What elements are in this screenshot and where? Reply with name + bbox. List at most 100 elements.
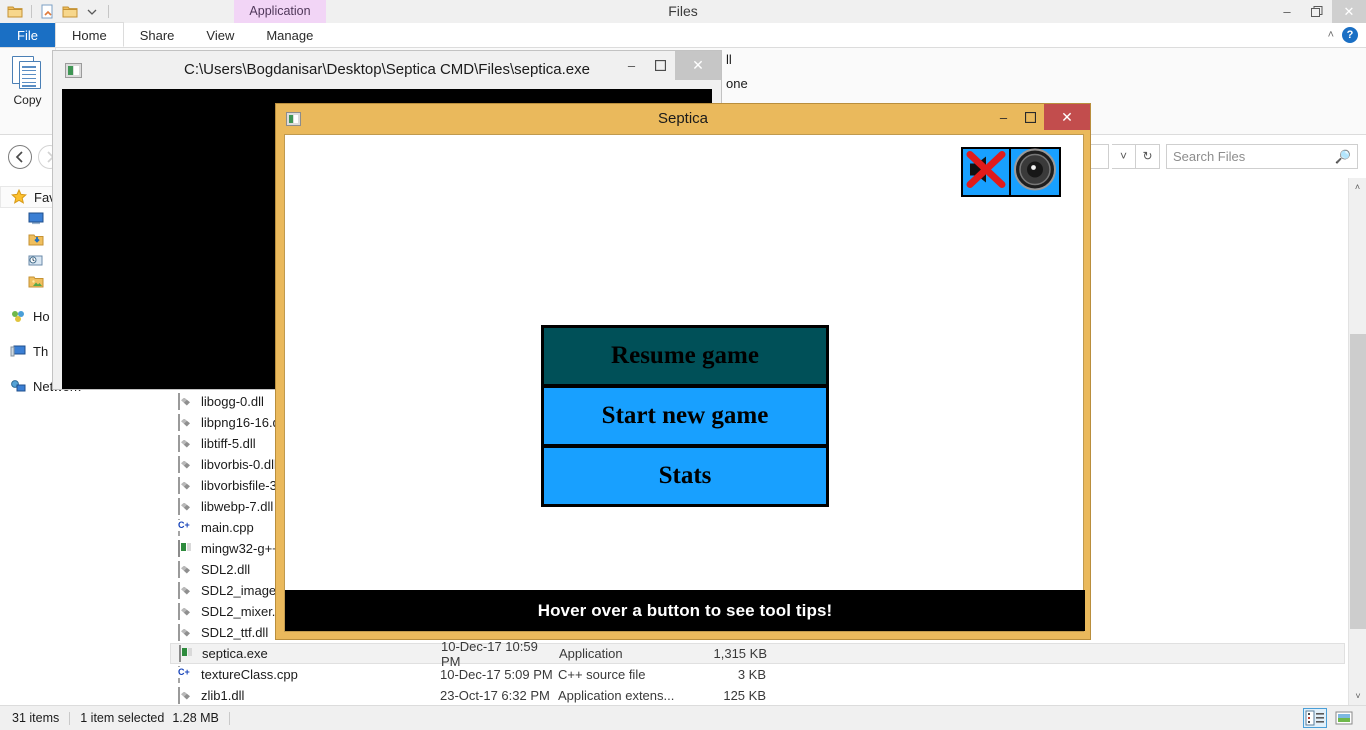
mute-music-button[interactable]	[961, 147, 1011, 197]
exe-icon	[178, 539, 194, 557]
speaker-icon	[1014, 148, 1056, 196]
file-name: libpng16-16.dll	[201, 415, 286, 430]
septica-title-bar[interactable]: Septica – ✕	[276, 104, 1090, 134]
console-maximize-button[interactable]	[646, 51, 675, 80]
file-date: 10-Dec-17 10:59 PM	[441, 638, 538, 669]
selection-info: 1 item selected	[80, 711, 165, 725]
sidebar-label-homegroup: Ho	[33, 309, 50, 324]
tab-view[interactable]: View	[190, 23, 250, 47]
ribbon-right-controls: ˄ ?	[1328, 23, 1366, 47]
table-row-selected[interactable]: septica.exe 10-Dec-17 10:59 PM Applicati…	[170, 639, 1345, 669]
status-divider-2	[228, 711, 230, 725]
dll-icon	[178, 581, 194, 599]
stats-button[interactable]: Stats	[544, 448, 826, 504]
file-name: SDL2_ttf.dll	[201, 625, 269, 640]
start-new-game-button[interactable]: Start new game	[544, 388, 826, 444]
console-title-bar[interactable]: C:\Users\Bogdanisar\Desktop\Septica CMD\…	[53, 51, 721, 89]
dll-icon	[178, 560, 194, 578]
septica-game-window[interactable]: Septica – ✕ Resume game Start new game S…	[275, 103, 1091, 640]
close-button[interactable]: ✕	[1332, 0, 1366, 23]
address-history-button[interactable]: ˅	[1112, 144, 1136, 169]
console-minimize-button[interactable]: –	[617, 51, 646, 80]
partial-filename-b: one	[726, 76, 748, 91]
homegroup-icon	[10, 309, 27, 325]
refresh-button[interactable]: ↻	[1136, 144, 1160, 169]
table-row[interactable]: zlib1.dll 23-Oct-17 6:32 PM Application …	[170, 685, 1345, 705]
contextual-tab-application-tools[interactable]: Application Tools	[234, 0, 326, 41]
large-icons-view-button[interactable]	[1332, 708, 1356, 728]
septica-title-text: Septica	[657, 110, 709, 127]
dll-icon	[178, 434, 194, 452]
muted-speaker-icon	[964, 149, 1008, 196]
new-folder-icon[interactable]	[61, 3, 79, 21]
folder-icon[interactable]	[6, 3, 24, 21]
file-size: 3 KB	[737, 667, 766, 682]
minimize-button[interactable]: –	[1272, 0, 1302, 23]
tab-share[interactable]: Share	[124, 23, 191, 47]
septica-close-button[interactable]: ✕	[1044, 104, 1090, 130]
tooltip-bar: Hover over a button to see tool tips!	[285, 590, 1085, 631]
app-icon	[286, 112, 301, 126]
copy-label: Copy	[13, 93, 42, 107]
search-icon: 🔍	[1334, 148, 1351, 164]
dll-icon	[178, 686, 194, 704]
console-window-buttons: – ✕	[617, 51, 721, 89]
scroll-down-button[interactable]: ˅	[1349, 687, 1366, 705]
selection-size: 1.28 MB	[172, 711, 219, 725]
file-size: 1,315 KB	[713, 646, 768, 661]
dll-icon	[178, 497, 194, 515]
tab-home[interactable]: Home	[55, 22, 124, 47]
resume-game-button[interactable]: Resume game	[544, 328, 826, 384]
septica-minimize-button[interactable]: –	[990, 104, 1017, 130]
file-name: textureClass.cpp	[201, 667, 298, 682]
dll-icon	[178, 602, 194, 620]
status-divider	[69, 711, 71, 725]
details-view-button[interactable]	[1303, 708, 1327, 728]
dll-icon	[178, 392, 194, 410]
septica-maximize-button[interactable]	[1017, 104, 1044, 130]
file-type: Application extens...	[558, 688, 675, 703]
console-icon	[65, 62, 82, 78]
sound-controls	[961, 147, 1061, 197]
collapse-ribbon-icon[interactable]: ˄	[1328, 29, 1334, 41]
help-icon[interactable]: ?	[1342, 27, 1358, 43]
back-button[interactable]	[8, 144, 32, 169]
dll-icon	[178, 476, 194, 494]
restore-button[interactable]	[1302, 0, 1332, 23]
cpp-icon	[178, 518, 194, 536]
sound-button[interactable]	[1011, 147, 1061, 197]
properties-icon[interactable]	[39, 3, 57, 21]
scroll-up-button[interactable]: ˄	[1349, 178, 1366, 196]
copy-icon	[11, 56, 44, 90]
dll-icon	[178, 413, 194, 431]
network-icon	[10, 379, 27, 395]
tab-manage[interactable]: Manage	[250, 23, 329, 47]
scrollbar-thumb[interactable]	[1350, 334, 1366, 629]
partial-filename-a: ll	[726, 52, 732, 67]
septica-window-buttons: – ✕	[990, 104, 1090, 134]
quick-access-toolbar	[0, 0, 1366, 23]
pictures-icon	[28, 274, 45, 290]
table-row[interactable]: textureClass.cpp 10-Dec-17 5:09 PM C++ s…	[170, 664, 1345, 685]
dll-icon	[178, 623, 194, 641]
downloads-icon	[28, 232, 45, 248]
console-close-button[interactable]: ✕	[675, 51, 721, 80]
file-type: C++ source file	[558, 667, 646, 682]
copy-button[interactable]: Copy	[0, 48, 56, 134]
chevron-down-icon[interactable]	[83, 3, 101, 21]
tooltip-text: Hover over a button to see tool tips!	[537, 600, 833, 620]
file-date: 10-Dec-17 5:09 PM	[440, 667, 553, 682]
desktop-icon	[28, 211, 45, 227]
search-input[interactable]: Search Files 🔍	[1166, 144, 1358, 169]
tab-file[interactable]: File	[0, 23, 55, 47]
game-canvas: Resume game Start new game Stats Hover o…	[284, 134, 1085, 632]
file-name: libtiff-5.dll	[201, 436, 256, 451]
ribbon-tab-strip: File Home Share View Manage ˄ ?	[0, 22, 1366, 48]
sidebar-label-this-pc: Th	[33, 344, 49, 359]
view-buttons	[1303, 708, 1366, 728]
exe-icon	[179, 644, 195, 662]
vertical-scrollbar[interactable]: ˄ ˅	[1348, 178, 1366, 705]
star-icon	[11, 188, 28, 205]
file-name: libogg-0.dll	[201, 394, 264, 409]
search-placeholder: Search Files	[1173, 149, 1246, 164]
